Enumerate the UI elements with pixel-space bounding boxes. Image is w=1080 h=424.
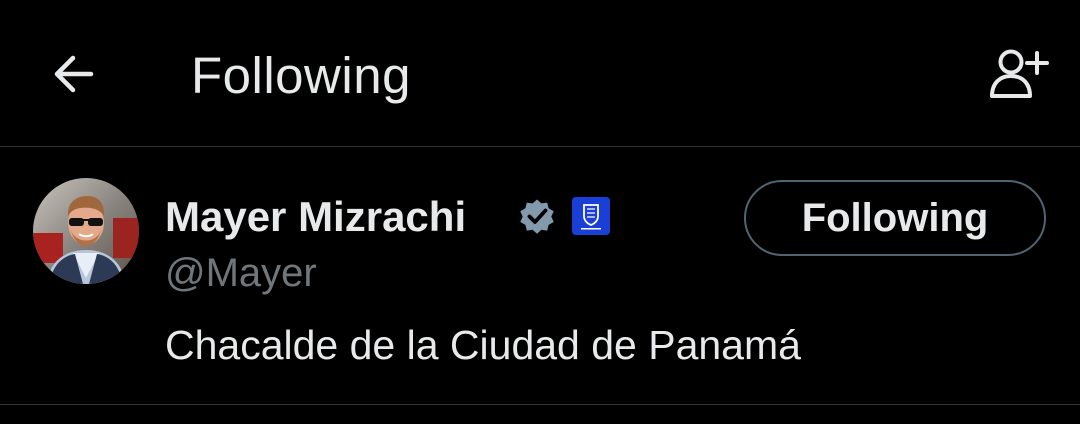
affiliate-badge-icon[interactable] [572, 197, 610, 235]
top-bar: Following [0, 0, 1080, 147]
display-name[interactable]: Mayer Mizrachi [165, 191, 466, 243]
verified-badge-icon[interactable] [517, 196, 557, 236]
user-handle[interactable]: @Mayer [165, 248, 317, 298]
avatar[interactable] [33, 178, 139, 284]
person-add-icon [990, 49, 1049, 98]
user-bio: Chacalde de la Ciudad de Panamá [165, 322, 801, 368]
add-user-button[interactable] [982, 40, 1054, 106]
user-row[interactable]: Mayer Mizrachi @Mayer Chacalde de la Ciu… [0, 147, 1080, 405]
back-button[interactable] [46, 50, 100, 98]
following-button[interactable]: Following [744, 180, 1046, 256]
arrow-left-icon [54, 55, 94, 93]
page-title: Following [191, 47, 411, 104]
